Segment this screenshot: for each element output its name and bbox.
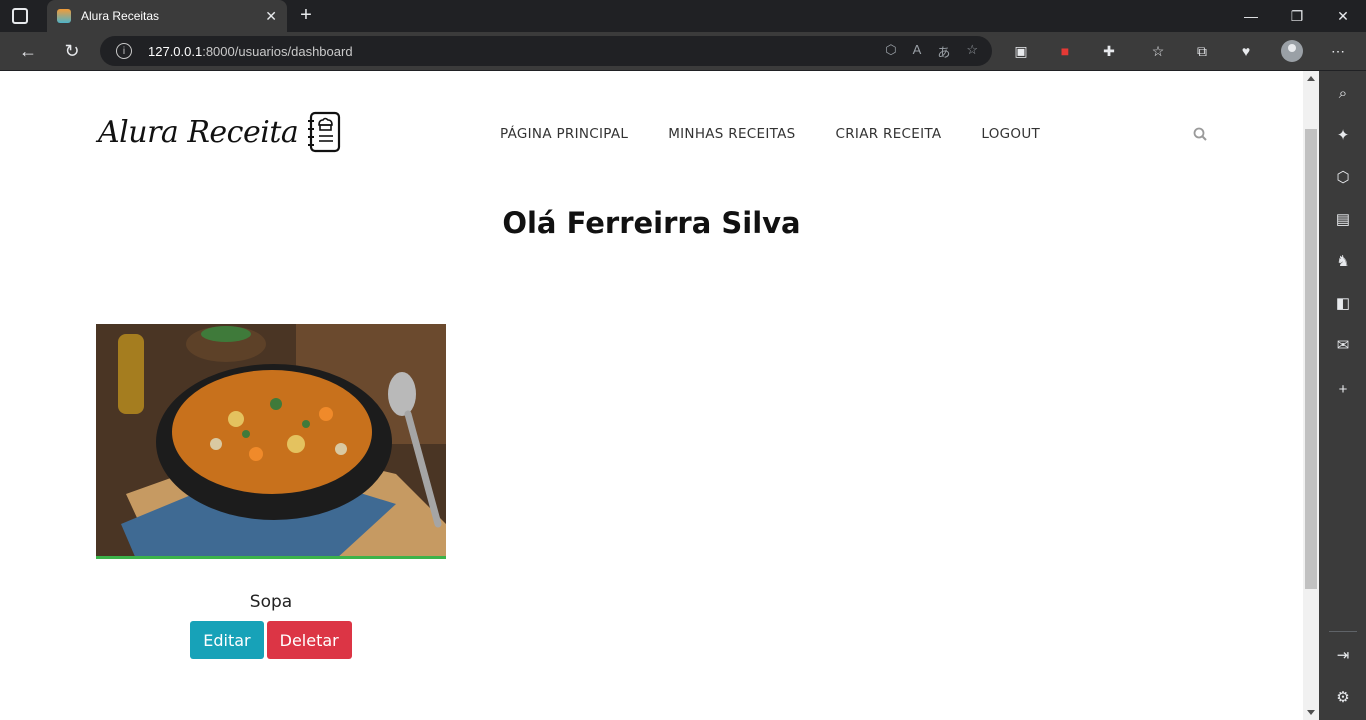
recipe-card: Sopa Editar Deletar xyxy=(96,324,446,659)
logo-text: Alura Receita xyxy=(98,114,299,150)
minimize-button[interactable]: — xyxy=(1228,0,1274,32)
settings-gear-icon[interactable]: ⚙ xyxy=(1333,687,1353,707)
tag-icon[interactable]: ⬡ xyxy=(885,42,896,61)
edge-sidebar: ⌕ ✦ ⬡ ▤ ♞ ◧ ✉ + ⇥ ⚙ xyxy=(1319,71,1366,720)
recipe-title: Sopa xyxy=(249,592,293,612)
extension-red-icon[interactable]: ■ xyxy=(1055,41,1075,61)
sidebar-search-icon[interactable]: ⌕ xyxy=(1333,83,1353,103)
page-title: Olá Ferreirra Silva xyxy=(502,206,801,240)
address-bar[interactable]: i 127.0.0.1:8000/usuarios/dashboard ⬡ A … xyxy=(100,36,992,66)
nav-create-recipe[interactable]: CRIAR RECEITA xyxy=(836,126,942,142)
translate-icon[interactable]: あ xyxy=(937,42,950,61)
read-aloud-icon[interactable]: A xyxy=(913,42,922,61)
scroll-up-arrow-icon[interactable] xyxy=(1307,76,1315,81)
recipe-actions: Editar Deletar xyxy=(96,621,446,659)
add-sidebar-app-icon[interactable]: + xyxy=(1333,379,1353,399)
restore-button[interactable]: ❐ xyxy=(1274,0,1320,32)
page-scrollbar[interactable] xyxy=(1303,71,1319,720)
tab-actions-icon[interactable] xyxy=(12,8,28,24)
nav-my-recipes[interactable]: MINHAS RECEITAS xyxy=(668,126,795,142)
site-logo[interactable]: Alura Receita xyxy=(98,111,342,153)
new-tab-button[interactable]: + xyxy=(294,4,318,28)
extensions-icon[interactable]: ✚ xyxy=(1099,41,1119,61)
browser-tab[interactable]: Alura Receitas ✕ xyxy=(47,0,287,32)
copilot-icon[interactable]: ✦ xyxy=(1333,125,1353,145)
soup-photo-icon xyxy=(96,324,446,556)
close-window-button[interactable]: ✕ xyxy=(1320,0,1366,32)
sidebar-divider xyxy=(1329,631,1357,632)
more-menu-icon[interactable]: ⋯ xyxy=(1328,41,1348,61)
office-icon[interactable]: ◧ xyxy=(1333,293,1353,313)
tools-briefcase-icon[interactable]: ▤ xyxy=(1333,209,1353,229)
favorites-icon[interactable]: ☆ xyxy=(1148,41,1168,61)
url-path: :8000/usuarios/dashboard xyxy=(202,43,353,59)
scrollbar-thumb[interactable] xyxy=(1305,129,1317,589)
close-tab-icon[interactable]: ✕ xyxy=(265,8,277,25)
page-viewport: Alura Receita PÁGINA PRINCIPAL MINHAS RE… xyxy=(0,71,1303,720)
scroll-down-arrow-icon[interactable] xyxy=(1307,710,1315,715)
tab-strip: Alura Receitas ✕ + — ❐ ✕ xyxy=(0,0,1366,32)
nav-home[interactable]: PÁGINA PRINCIPAL xyxy=(500,126,628,142)
favicon-icon xyxy=(57,9,71,23)
site-info-icon[interactable]: i xyxy=(116,43,132,59)
outlook-icon[interactable]: ✉ xyxy=(1333,335,1353,355)
url-host: 127.0.0.1 xyxy=(148,43,203,59)
main-navigation: PÁGINA PRINCIPAL MINHAS RECEITAS CRIAR R… xyxy=(500,126,1040,142)
tab-title: Alura Receitas xyxy=(81,9,160,23)
hide-sidebar-icon[interactable]: ⇥ xyxy=(1333,645,1353,665)
back-button[interactable]: ← xyxy=(14,37,42,65)
edit-button[interactable]: Editar xyxy=(190,621,264,659)
recipe-image[interactable] xyxy=(96,324,446,559)
tab-collections-icon[interactable]: ⧉ xyxy=(1192,41,1212,61)
browser-toolbar: ← ↻ i 127.0.0.1:8000/usuarios/dashboard … xyxy=(0,32,1366,70)
profile-avatar[interactable] xyxy=(1281,40,1303,62)
collections-icon[interactable]: ▣ xyxy=(1011,41,1031,61)
delete-button[interactable]: Deletar xyxy=(266,621,352,659)
games-icon[interactable]: ♞ xyxy=(1333,251,1353,271)
search-icon[interactable] xyxy=(1193,127,1207,141)
nav-logout[interactable]: LOGOUT xyxy=(981,126,1040,142)
recipe-book-icon xyxy=(308,111,341,153)
shopping-tag-icon[interactable]: ⬡ xyxy=(1333,167,1353,187)
health-icon[interactable]: ♥ xyxy=(1236,41,1256,61)
refresh-button[interactable]: ↻ xyxy=(58,37,86,65)
favorite-add-icon[interactable]: ☆ xyxy=(966,42,978,61)
